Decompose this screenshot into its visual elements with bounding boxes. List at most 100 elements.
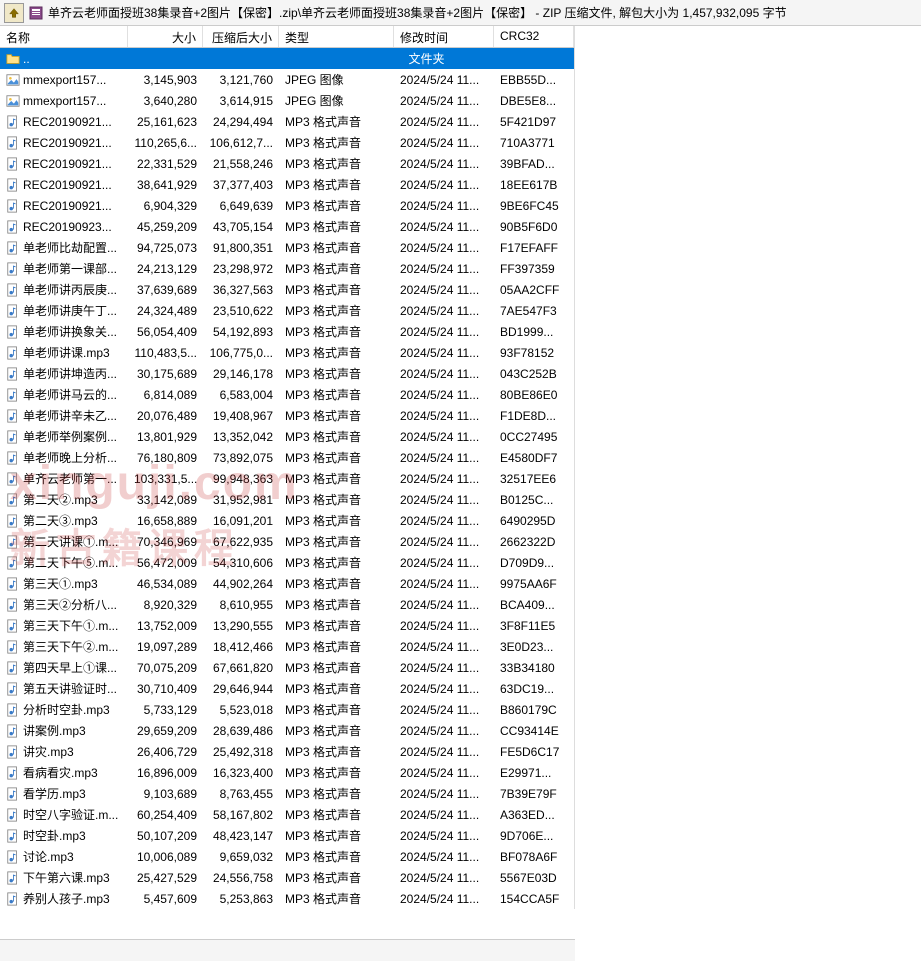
- file-crc: D709D9...: [494, 554, 574, 572]
- file-packed: 21,558,246: [203, 155, 279, 173]
- file-size: 3,640,280: [128, 92, 203, 110]
- file-row[interactable]: 单老师讲丙辰庚...37,639,68936,327,563MP3 格式声音20…: [0, 279, 574, 300]
- file-row[interactable]: mmexport157...3,640,2803,614,915JPEG 图像2…: [0, 90, 574, 111]
- file-row[interactable]: 第五天讲验证时...30,710,40929,646,944MP3 格式声音20…: [0, 678, 574, 699]
- parent-dots: ..: [23, 52, 30, 66]
- file-crc: FE5D6C17: [494, 743, 574, 761]
- header-type[interactable]: 类型: [279, 26, 394, 47]
- file-row[interactable]: REC20190921...22,331,52921,558,246MP3 格式…: [0, 153, 574, 174]
- file-crc: 7AE547F3: [494, 302, 574, 320]
- audio-file-icon: [6, 724, 20, 738]
- file-row[interactable]: 单老师讲庚午丁...24,324,48923,510,622MP3 格式声音20…: [0, 300, 574, 321]
- file-row[interactable]: 单老师讲辛未乙...20,076,48919,408,967MP3 格式声音20…: [0, 405, 574, 426]
- image-file-icon: [6, 73, 20, 87]
- file-size: 38,641,929: [128, 176, 203, 194]
- file-row[interactable]: REC20190921...38,641,92937,377,403MP3 格式…: [0, 174, 574, 195]
- file-name: mmexport157...: [23, 94, 106, 108]
- file-size: 16,658,889: [128, 512, 203, 530]
- file-row[interactable]: 第三天②分析八...8,920,3298,610,955MP3 格式声音2024…: [0, 594, 574, 615]
- file-row[interactable]: 单老师比劫配置...94,725,07391,800,351MP3 格式声音20…: [0, 237, 574, 258]
- file-name: 单老师讲辛未乙...: [23, 407, 117, 424]
- file-row[interactable]: 分析时空卦.mp35,733,1295,523,018MP3 格式声音2024/…: [0, 699, 574, 720]
- file-row[interactable]: 下午第六课.mp325,427,52924,556,758MP3 格式声音202…: [0, 867, 574, 888]
- file-row[interactable]: REC20190923...45,259,20943,705,154MP3 格式…: [0, 216, 574, 237]
- file-size: 20,076,489: [128, 407, 203, 425]
- header-crc[interactable]: CRC32: [494, 26, 574, 47]
- file-crc: 5567E03D: [494, 869, 574, 887]
- header-name[interactable]: 名称: [0, 26, 128, 47]
- file-name: 单老师举例案例...: [23, 428, 117, 445]
- header-size[interactable]: 大小: [128, 26, 203, 47]
- file-size: 50,107,209: [128, 827, 203, 845]
- file-mtime: 2024/5/24 11...: [394, 617, 494, 635]
- file-row[interactable]: 第二天讲课①.m...70,346,96967,622,935MP3 格式声音2…: [0, 531, 574, 552]
- file-crc: BCA409...: [494, 596, 574, 614]
- file-name: REC20190921...: [23, 199, 112, 213]
- file-row[interactable]: 单老师讲课.mp3110,483,5...106,775,0...MP3 格式声…: [0, 342, 574, 363]
- file-row[interactable]: 看病看灾.mp316,896,00916,323,400MP3 格式声音2024…: [0, 762, 574, 783]
- file-packed: 48,423,147: [203, 827, 279, 845]
- file-size: 19,097,289: [128, 638, 203, 656]
- file-row[interactable]: 时空八字验证.m...60,254,40958,167,802MP3 格式声音2…: [0, 804, 574, 825]
- file-crc: 2662322D: [494, 533, 574, 551]
- file-name: 时空八字验证.m...: [23, 806, 118, 823]
- audio-file-icon: [6, 304, 20, 318]
- file-mtime: 2024/5/24 11...: [394, 281, 494, 299]
- file-row[interactable]: 讨论.mp310,006,0899,659,032MP3 格式声音2024/5/…: [0, 846, 574, 867]
- archive-icon: [28, 5, 44, 21]
- parent-folder-row[interactable]: .. 文件夹: [0, 48, 574, 69]
- file-row[interactable]: 第二天②.mp333,142,08931,952,981MP3 格式声音2024…: [0, 489, 574, 510]
- header-packed[interactable]: 压缩后大小: [203, 26, 279, 47]
- file-packed: 29,146,178: [203, 365, 279, 383]
- file-row[interactable]: 单老师晚上分析...76,180,80973,892,075MP3 格式声音20…: [0, 447, 574, 468]
- file-row[interactable]: mmexport157...3,145,9033,121,760JPEG 图像2…: [0, 69, 574, 90]
- file-packed: 6,649,639: [203, 197, 279, 215]
- file-row[interactable]: REC20190921...6,904,3296,649,639MP3 格式声音…: [0, 195, 574, 216]
- audio-file-icon: [6, 451, 20, 465]
- file-name: 讲案例.mp3: [23, 722, 86, 739]
- file-type: MP3 格式声音: [279, 867, 394, 888]
- file-name: 时空卦.mp3: [23, 827, 86, 844]
- file-row[interactable]: 讲灾.mp326,406,72925,492,318MP3 格式声音2024/5…: [0, 741, 574, 762]
- file-row[interactable]: 看学历.mp39,103,6898,763,455MP3 格式声音2024/5/…: [0, 783, 574, 804]
- file-mtime: 2024/5/24 11...: [394, 323, 494, 341]
- file-packed: 37,377,403: [203, 176, 279, 194]
- file-row[interactable]: 第三天下午①.m...13,752,00913,290,555MP3 格式声音2…: [0, 615, 574, 636]
- file-row[interactable]: 第三天①.mp346,534,08944,902,264MP3 格式声音2024…: [0, 573, 574, 594]
- file-row[interactable]: 时空卦.mp350,107,20948,423,147MP3 格式声音2024/…: [0, 825, 574, 846]
- file-crc: BD1999...: [494, 323, 574, 341]
- file-type: MP3 格式声音: [279, 426, 394, 447]
- file-size: 103,331,5...: [128, 470, 203, 488]
- file-type: MP3 格式声音: [279, 888, 394, 909]
- file-mtime: 2024/5/24 11...: [394, 239, 494, 257]
- file-mtime: 2024/5/24 11...: [394, 533, 494, 551]
- file-row[interactable]: 单齐云老师第一...103,331,5...99,948,363MP3 格式声音…: [0, 468, 574, 489]
- file-row[interactable]: 单老师讲马云的...6,814,0896,583,004MP3 格式声音2024…: [0, 384, 574, 405]
- file-row[interactable]: 第三天下午②.m...19,097,28918,412,466MP3 格式声音2…: [0, 636, 574, 657]
- file-row[interactable]: REC20190921...25,161,62324,294,494MP3 格式…: [0, 111, 574, 132]
- file-mtime: 2024/5/24 11...: [394, 638, 494, 656]
- file-row[interactable]: 单老师举例案例...13,801,92913,352,042MP3 格式声音20…: [0, 426, 574, 447]
- file-row[interactable]: 第四天早上①课...70,075,20967,661,820MP3 格式声音20…: [0, 657, 574, 678]
- file-row[interactable]: 单老师第一课部...24,213,12923,298,972MP3 格式声音20…: [0, 258, 574, 279]
- file-mtime: 2024/5/24 11...: [394, 827, 494, 845]
- file-packed: 3,614,915: [203, 92, 279, 110]
- file-packed: 44,902,264: [203, 575, 279, 593]
- file-row[interactable]: 单老师讲换象关...56,054,40954,192,893MP3 格式声音20…: [0, 321, 574, 342]
- file-name: 第三天①.mp3: [23, 575, 98, 592]
- file-row[interactable]: 养别人孩子.mp35,457,6095,253,863MP3 格式声音2024/…: [0, 888, 574, 909]
- file-crc: F1DE8D...: [494, 407, 574, 425]
- up-button[interactable]: [4, 3, 24, 23]
- file-row[interactable]: REC20190921...110,265,6...106,612,7...MP…: [0, 132, 574, 153]
- file-row[interactable]: 单老师讲坤造丙...30,175,68929,146,178MP3 格式声音20…: [0, 363, 574, 384]
- file-crc: 5F421D97: [494, 113, 574, 131]
- file-crc: 154CCA5F: [494, 890, 574, 908]
- audio-file-icon: [6, 640, 20, 654]
- file-row[interactable]: 第二天③.mp316,658,88916,091,201MP3 格式声音2024…: [0, 510, 574, 531]
- file-row[interactable]: 讲案例.mp329,659,20928,639,486MP3 格式声音2024/…: [0, 720, 574, 741]
- file-row[interactable]: 第二天下午⑤.m...56,472,00954,310,606MP3 格式声音2…: [0, 552, 574, 573]
- file-size: 9,103,689: [128, 785, 203, 803]
- header-mtime[interactable]: 修改时间: [394, 26, 494, 47]
- file-mtime: 2024/5/24 11...: [394, 701, 494, 719]
- file-name: 看学历.mp3: [23, 785, 86, 802]
